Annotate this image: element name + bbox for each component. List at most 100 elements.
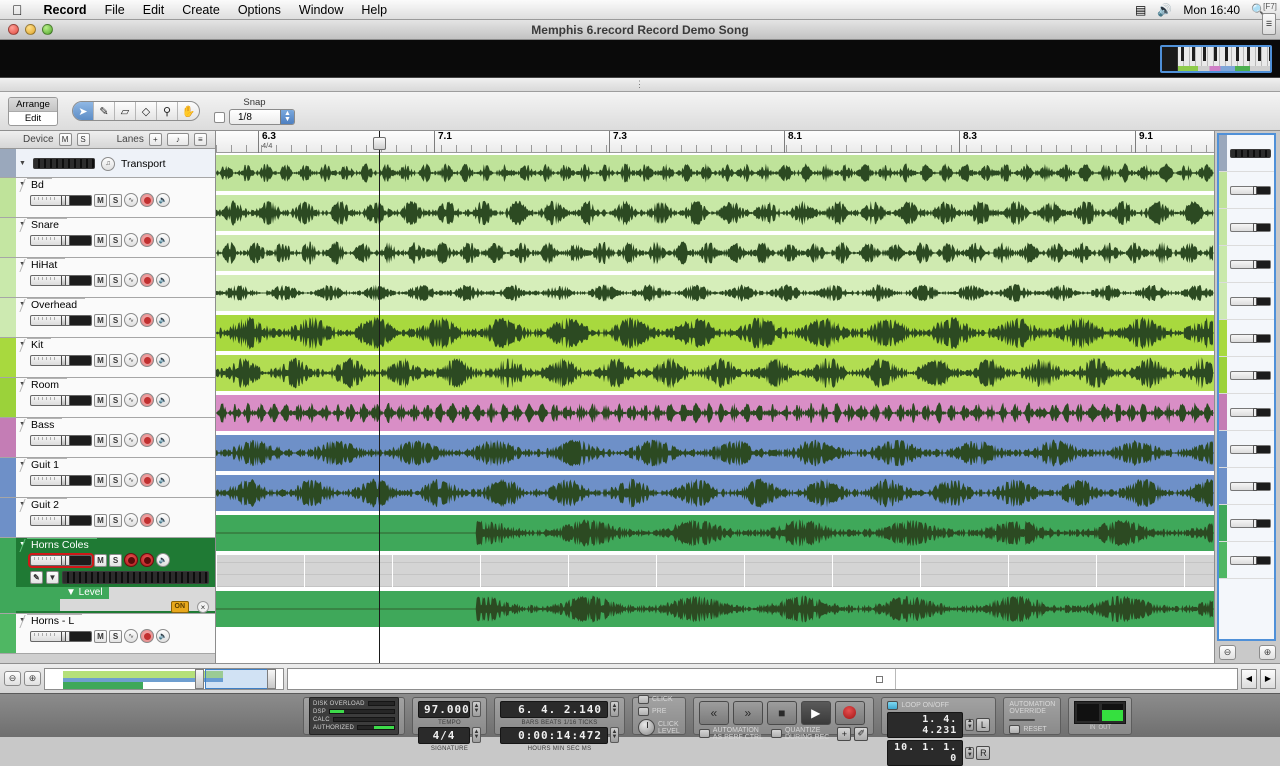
navigator-row[interactable] (1219, 246, 1274, 283)
keyboard-keys[interactable] (1178, 46, 1270, 71)
scroll-right-button[interactable]: ▶ (1260, 668, 1276, 689)
razor-tool[interactable]: ◇ (136, 102, 157, 120)
audio-clip[interactable] (216, 515, 1214, 551)
playhead-handle[interactable] (373, 137, 386, 150)
track-automation-button[interactable]: ∿ (124, 193, 138, 207)
play-button[interactable]: ▶ (800, 700, 831, 725)
track-solo-button[interactable]: S (109, 513, 122, 527)
track-solo-button[interactable]: S (109, 473, 122, 487)
clip-lane[interactable] (216, 313, 1214, 353)
automation-lane-track[interactable] (216, 553, 1214, 589)
loop-left-value[interactable]: 1. 4. 4.231 (887, 711, 964, 738)
track-row-transport[interactable]: ▼ ♫ Transport (0, 149, 215, 178)
track-row-bass[interactable]: ▼ Bass M S ∿ 🔈 (0, 418, 215, 458)
track-record-arm-button[interactable] (140, 313, 154, 327)
track-mute-button[interactable]: M (94, 313, 107, 327)
piano-keyboard-widget[interactable] (1160, 44, 1272, 73)
audio-clip[interactable] (216, 475, 1214, 511)
menu-item-window[interactable]: Window (290, 3, 352, 17)
track-monitor-button[interactable]: 🔈 (156, 433, 170, 447)
navigator-fader[interactable] (1230, 444, 1271, 454)
tempo-stepper[interactable]: ▲ ▼ (472, 701, 481, 717)
position-stepper[interactable]: ▲ ▼ (610, 701, 619, 717)
navigator-row[interactable] (1219, 172, 1274, 209)
track-automation-button[interactable]: ∿ (124, 273, 138, 287)
time-stepper[interactable]: ▲ ▼ (610, 727, 619, 743)
track-fader[interactable] (30, 314, 92, 326)
track-monitor-button[interactable]: 🔈 (156, 313, 170, 327)
navigator-fader[interactable] (1230, 296, 1271, 306)
clip-lane[interactable] (216, 353, 1214, 393)
track-solo-button[interactable]: S (109, 629, 122, 643)
track-record-arm-button[interactable] (140, 273, 154, 287)
track-mute-button[interactable]: M (94, 433, 107, 447)
track-automation-button[interactable]: ∿ (124, 473, 138, 487)
track-fader[interactable] (30, 234, 92, 246)
navigator-row[interactable] (1219, 542, 1274, 579)
loop-right-value[interactable]: 10. 1. 1. 0 (887, 739, 964, 766)
track-name[interactable]: Bd (27, 178, 52, 191)
track-monitor-button[interactable]: 🔈 (156, 193, 170, 207)
lane-type-dropdown[interactable]: ♪ (166, 133, 189, 146)
track-row-hihat[interactable]: ▼ HiHat M S ∿ 🔈 (0, 258, 215, 298)
loop-right-tag[interactable]: R (976, 745, 991, 760)
header-mute-button[interactable]: M (58, 133, 72, 146)
navigator-row[interactable] (1219, 283, 1274, 320)
audio-clip[interactable] (216, 275, 1214, 311)
navigator-fader[interactable] (1230, 370, 1271, 380)
scroll-nub[interactable] (876, 675, 884, 683)
navigator-fader[interactable] (1230, 333, 1271, 343)
pencil-tool[interactable]: ✎ (94, 102, 115, 120)
mode-switch[interactable]: Arrange Edit (8, 96, 58, 126)
navigator-fader[interactable] (1230, 185, 1271, 195)
track-row-snare[interactable]: ▼ Snare M S ∿ 🔈 (0, 218, 215, 258)
track-monitor-button[interactable]: 🔈 (156, 353, 170, 367)
zoom-in-button[interactable]: ⊕ (24, 671, 41, 686)
new-dub-button[interactable]: + (837, 726, 852, 741)
arrangement-area[interactable]: 6.3 4/4 7.1 7.3 8.1 8.3 9.1 (215, 131, 1215, 663)
clip-lane[interactable] (216, 153, 1214, 193)
menu-clock[interactable]: Mon 16:40 (1183, 3, 1240, 17)
track-record-arm-button[interactable] (140, 353, 154, 367)
track-mute-button[interactable]: M (94, 513, 107, 527)
track-fader[interactable] (28, 552, 94, 568)
track-fader[interactable] (30, 354, 92, 366)
chevron-updown-icon[interactable]: ▲ ▼ (280, 110, 294, 124)
automation-lane-name[interactable]: ▼ Level (60, 587, 109, 599)
audio-clip[interactable] (216, 235, 1214, 271)
audio-clip[interactable] (216, 155, 1214, 191)
track-monitor-button[interactable]: 🔈 (156, 393, 170, 407)
overview-viewport[interactable] (205, 668, 271, 689)
clip-lane[interactable] (216, 589, 1214, 629)
tempo-value[interactable]: 97.000 (418, 700, 470, 718)
menu-item-file[interactable]: File (96, 3, 134, 17)
stop-button[interactable]: ■ (766, 700, 797, 725)
track-fader[interactable] (30, 434, 92, 446)
navigator-row[interactable] (1219, 209, 1274, 246)
track-solo-button[interactable]: S (109, 233, 122, 247)
track-solo-button[interactable]: S (109, 553, 122, 567)
signature-stepper[interactable]: ▲ ▼ (472, 727, 481, 743)
track-solo-button[interactable]: S (109, 193, 122, 207)
track-automation-button[interactable]: ∿ (124, 393, 138, 407)
navigator-fader[interactable] (1230, 555, 1271, 565)
navigator-row[interactable] (1219, 431, 1274, 468)
navigator-fader[interactable] (1230, 222, 1271, 232)
track-mute-button[interactable]: M (94, 473, 107, 487)
audio-clip[interactable] (216, 315, 1214, 351)
navigator-row[interactable] (1219, 394, 1274, 431)
clip-lane[interactable] (216, 513, 1214, 553)
fast-forward-button[interactable]: » (732, 700, 763, 725)
pre-toggle[interactable] (638, 707, 649, 716)
audio-clip[interactable] (216, 355, 1214, 391)
panel-divider[interactable]: ⋮ (0, 78, 1280, 92)
track-name[interactable]: Bass (27, 418, 63, 431)
track-record-arm-button[interactable] (140, 433, 154, 447)
track-monitor-button[interactable]: 🔈 (156, 629, 170, 643)
navigator-row[interactable] (1219, 357, 1274, 394)
mode-arrange[interactable]: Arrange (9, 97, 57, 112)
track-record-arm-button[interactable] (140, 473, 154, 487)
navigator-row[interactable] (1219, 505, 1274, 542)
navigator-row[interactable] (1219, 320, 1274, 357)
track-name[interactable]: Room (27, 378, 68, 391)
